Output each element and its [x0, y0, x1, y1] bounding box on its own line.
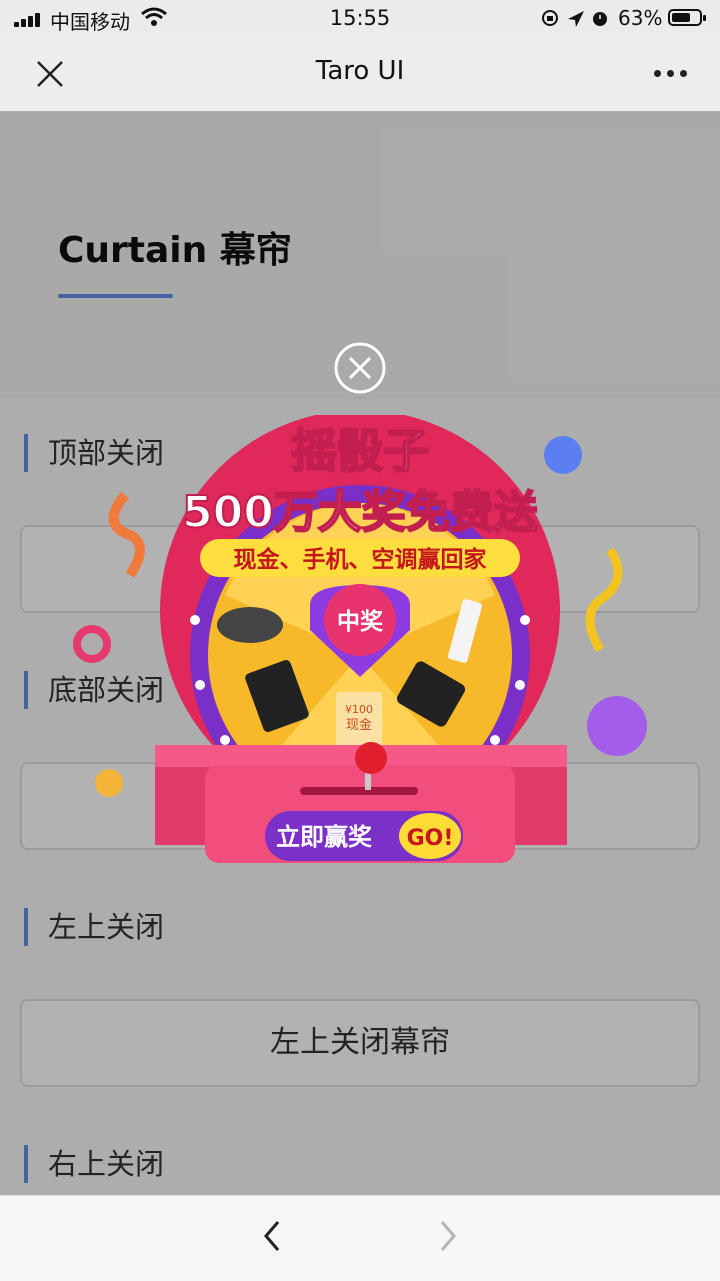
chevron-right-icon[interactable]	[432, 1216, 462, 1256]
go-badge-label: GO!	[407, 826, 454, 851]
machine-slot	[300, 787, 418, 795]
wheel-center-label: 中奖	[337, 608, 383, 635]
confetti-ball-yellow	[95, 769, 123, 797]
prize-amount: ¥100	[345, 703, 373, 716]
alarm-icon	[593, 12, 607, 26]
bottom-toolbar	[0, 1195, 720, 1281]
confetti-ball-blue	[544, 436, 582, 474]
prize-pan	[217, 607, 283, 643]
status-icons	[542, 10, 607, 27]
status-time: 15:55	[329, 6, 391, 30]
confetti-ball-purple	[587, 696, 647, 756]
orientation-lock-icon	[542, 10, 558, 26]
chevron-left-icon[interactable]	[258, 1216, 288, 1256]
headline-1: 摇骰子	[291, 424, 429, 478]
nav-title: Taro UI	[315, 56, 405, 86]
battery-icon	[668, 9, 706, 26]
headline-2: 500万大奖免费送	[182, 487, 538, 538]
lever-knob	[355, 742, 387, 774]
confetti-ring	[73, 625, 111, 663]
battery-percent: 63%	[618, 6, 663, 30]
location-icon	[568, 11, 584, 27]
status-bar: 中国移动 15:55 63%	[0, 0, 720, 36]
more-icon[interactable]	[650, 64, 690, 84]
go-button-label: 立即赢奖	[276, 823, 373, 851]
prize-label: 现金	[346, 717, 372, 733]
ribbon-text: 现金、手机、空调赢回家	[234, 546, 487, 573]
circle-close-icon[interactable]	[333, 341, 387, 395]
nav-bar: Taro UI	[0, 36, 720, 111]
curtain-promo-image[interactable]: ¥100 现金 中奖 摇骰子 500万大奖免费送 现金、手机、空调赢回家 立即赢…	[70, 415, 670, 875]
confetti-orange	[108, 491, 145, 578]
confetti-yellow	[585, 547, 623, 653]
